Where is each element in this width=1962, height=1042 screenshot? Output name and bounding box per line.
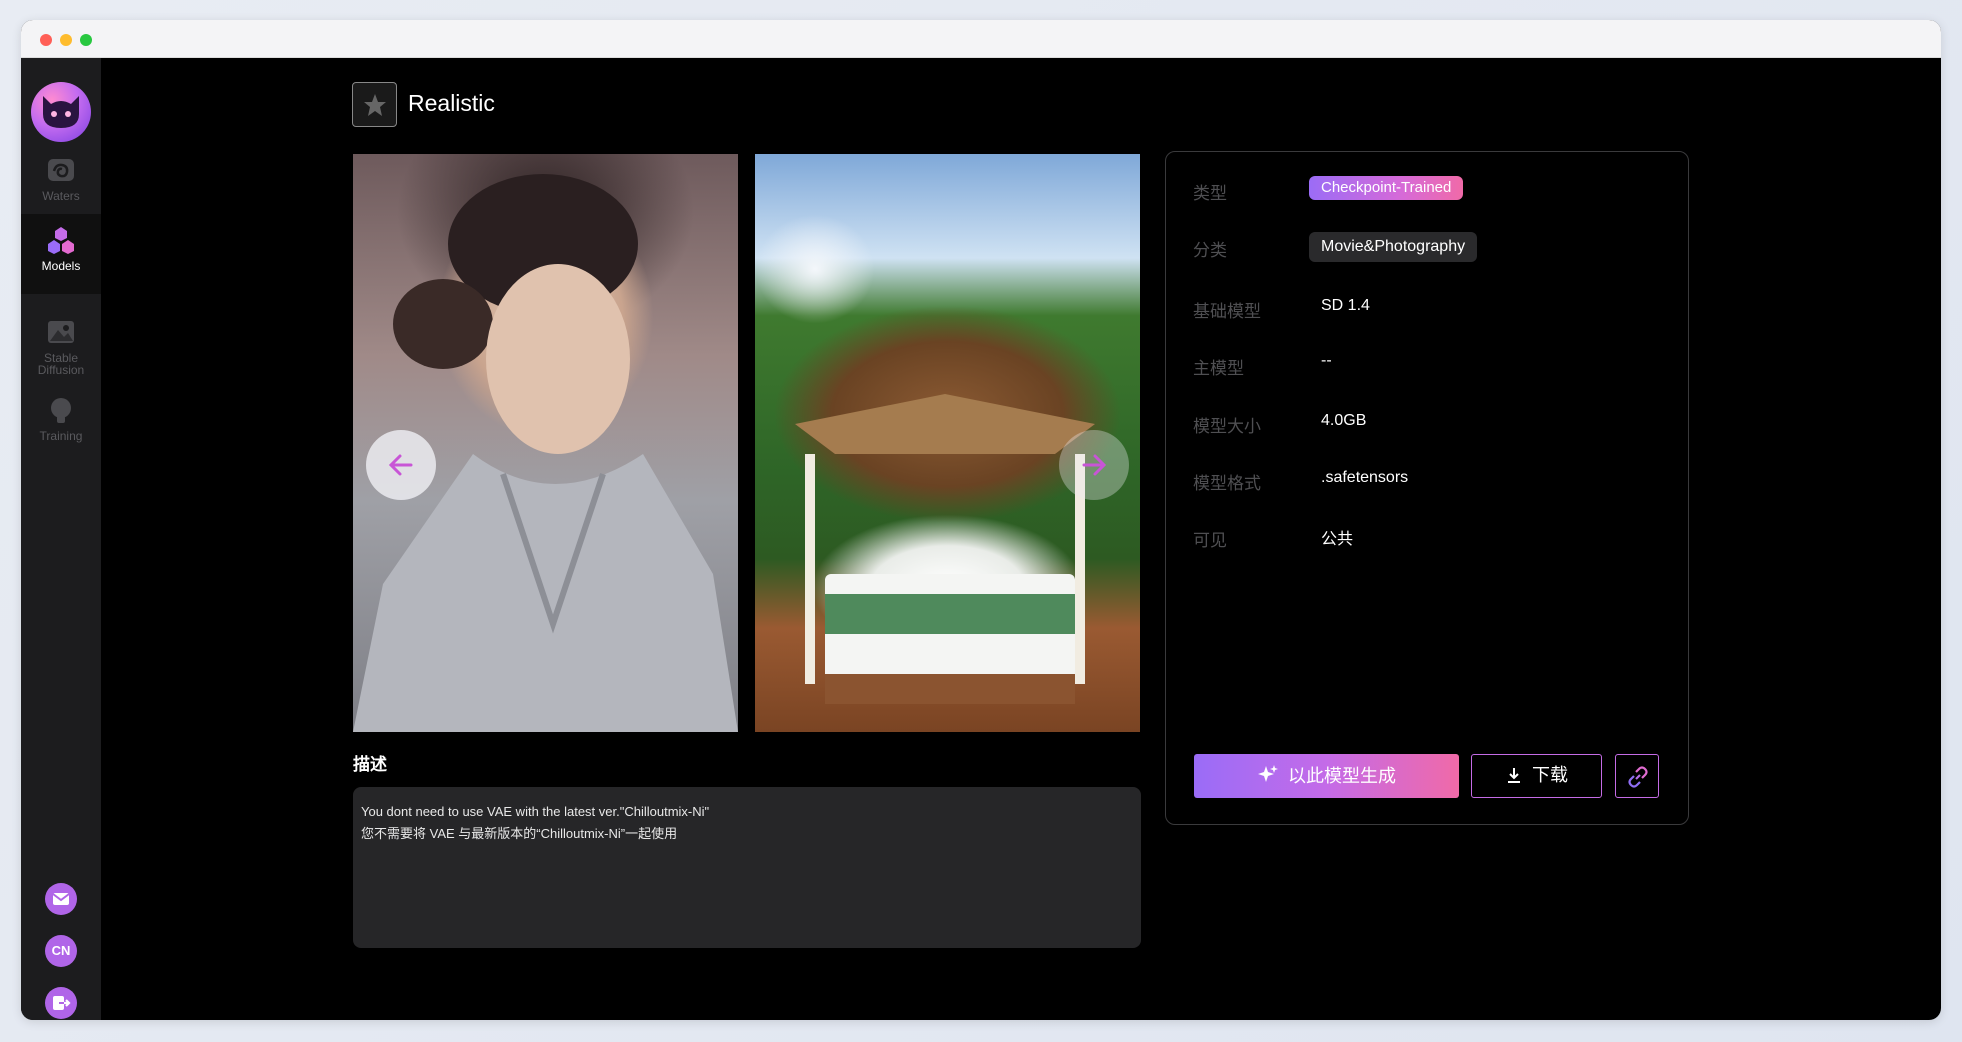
info-value-model-size: 4.0GB [1321, 412, 1367, 429]
info-label-model-size: 模型大小 [1193, 417, 1261, 436]
language-cn-icon: CN [51, 943, 71, 958]
download-icon [1507, 768, 1520, 783]
info-label-main-model: 主模型 [1193, 359, 1244, 378]
info-label-type: 类型 [1193, 184, 1227, 203]
sidebar-item-label: Waters [42, 189, 80, 203]
info-label-base-model: 基础模型 [1193, 302, 1261, 321]
download-button-label: 下载 [1532, 765, 1568, 785]
waters-icon [48, 159, 74, 181]
lightbulb-icon [51, 398, 71, 423]
info-label-category: 分类 [1193, 241, 1227, 260]
logout-icon [53, 996, 71, 1010]
info-value-visibility: 公共 [1321, 531, 1354, 548]
mail-icon [52, 893, 70, 905]
info-label-model-format: 模型格式 [1193, 474, 1261, 493]
app-logo[interactable] [31, 82, 91, 142]
generate-with-model-button[interactable]: 以此模型生成 [1194, 754, 1459, 798]
info-label-visibility: 可见 [1193, 531, 1227, 550]
info-value-main-model: -- [1321, 352, 1332, 369]
sidebar-item-waters[interactable]: Waters [21, 148, 101, 220]
info-value-base-model: SD 1.4 [1321, 297, 1370, 314]
maximize-window-button[interactable] [80, 34, 92, 46]
language-button[interactable]: CN [45, 935, 77, 967]
logout-button[interactable] [45, 987, 77, 1019]
sidebar-item-label: Diffusion [37, 363, 85, 377]
gallery-next-button[interactable] [1059, 430, 1129, 500]
sparkle-icon [1257, 765, 1278, 782]
star-icon [364, 94, 386, 116]
download-button[interactable]: 下载 [1471, 754, 1602, 798]
sidebar-item-label: Training [39, 429, 83, 443]
copy-link-button[interactable] [1615, 754, 1659, 798]
type-badge: Checkpoint-Trained [1309, 176, 1464, 200]
sidebar-item-models[interactable]: Models [21, 214, 101, 294]
sidebar-item-label: Models [41, 259, 81, 273]
sidebar-item-stable-diffusion[interactable]: Stable Diffusion [21, 310, 101, 390]
mail-button[interactable] [45, 883, 77, 915]
arrow-right-icon [1082, 454, 1107, 476]
arrow-left-icon [388, 454, 413, 476]
page-title: Realistic [408, 90, 495, 116]
link-icon [1628, 766, 1648, 788]
description-line: You dont need to use VAE with the latest… [361, 804, 710, 819]
close-window-button[interactable] [40, 34, 52, 46]
image-icon [48, 321, 74, 343]
minimize-window-button[interactable] [60, 34, 72, 46]
models-icon [48, 227, 74, 254]
info-value-model-format: .safetensors [1321, 469, 1409, 486]
gallery-prev-button[interactable] [366, 430, 436, 500]
model-type-icon-box [352, 82, 397, 127]
description-box: You dont need to use VAE with the latest… [353, 787, 1141, 948]
description-heading: 描述 [353, 755, 387, 774]
title-bar [21, 20, 1941, 58]
sidebar-item-training[interactable]: Training [21, 388, 101, 460]
category-badge: Movie&Photography [1309, 232, 1478, 262]
description-line: 您不需要将 VAE 与最新版本的“Chilloutmix-Ni”一起使用 [361, 826, 678, 841]
generate-button-label: 以此模型生成 [1288, 766, 1396, 786]
sidebar: Waters Models Stable Diffusion Training … [21, 58, 101, 1020]
